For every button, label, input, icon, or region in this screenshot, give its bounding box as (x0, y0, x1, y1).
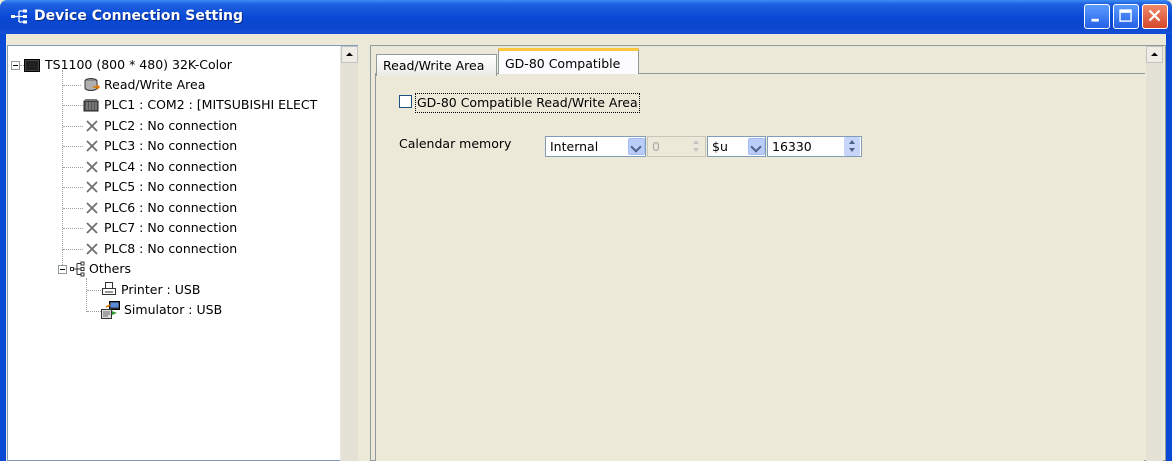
chevron-down-icon[interactable] (628, 138, 645, 155)
printer-icon (102, 282, 116, 295)
monitor-icon (24, 59, 40, 72)
chevron-up-icon (346, 52, 353, 56)
tree-connector (86, 278, 87, 312)
settings-scrollbar[interactable] (1146, 46, 1163, 461)
station-number-spinner: 0 (647, 136, 706, 157)
tree-connector (62, 250, 63, 265)
chevron-up-icon (1151, 52, 1158, 56)
x-icon (86, 222, 98, 234)
window-frame-left (0, 34, 6, 461)
x-icon (86, 202, 98, 214)
gd80-compatible-label[interactable]: GD-80 Compatible Read/Write Area (415, 93, 640, 113)
window-frame-right (1166, 34, 1172, 461)
collapse-toggle[interactable] (58, 265, 67, 274)
device-value: $u (712, 139, 728, 154)
memory-type-value: Internal (550, 139, 599, 154)
close-button[interactable] (1142, 4, 1168, 29)
memory-type-select[interactable]: Internal (545, 136, 646, 157)
tree-connector (87, 311, 101, 312)
tree-root-label: TS1100 (800 * 480) 32K-Color (45, 57, 232, 72)
scroll-up-button[interactable] (1146, 46, 1163, 63)
spinner-icon (688, 137, 704, 156)
tree-connector (62, 70, 63, 250)
tree-connector (63, 126, 83, 127)
window-title: Device Connection Setting (34, 8, 244, 24)
tab-read-write-area[interactable]: Read/Write Area (376, 54, 497, 76)
plc-icon (83, 99, 99, 112)
close-icon (1148, 9, 1161, 22)
tree-connector (63, 249, 83, 250)
x-icon (86, 161, 98, 173)
tree-connector (63, 228, 83, 229)
address-value: 16330 (772, 139, 812, 154)
database-icon (84, 78, 100, 91)
x-icon (86, 120, 98, 132)
tree-connector (63, 208, 83, 209)
tab-panel (375, 73, 1145, 461)
x-icon (86, 181, 98, 193)
scroll-track[interactable] (341, 63, 358, 461)
tree-connector (63, 167, 83, 168)
scroll-track[interactable] (1146, 63, 1163, 461)
spinner-icon[interactable] (844, 137, 860, 156)
scroll-up-button[interactable] (341, 46, 358, 63)
tree-connector (63, 187, 83, 188)
tree-connector (63, 85, 81, 86)
tree-connector (63, 105, 83, 106)
maximize-icon (1119, 9, 1132, 22)
device-select[interactable]: $u (707, 136, 766, 157)
tree-scrollbar[interactable] (340, 46, 358, 461)
tab-gd80-compatible[interactable]: GD-80 Compatible (498, 48, 639, 74)
network-icon (70, 261, 85, 277)
maximize-button[interactable] (1113, 4, 1139, 29)
minimize-button[interactable] (1084, 4, 1110, 29)
tree-connector (87, 290, 101, 291)
address-spinner[interactable]: 16330 (767, 136, 862, 157)
network-icon (11, 9, 27, 24)
simulator-icon (101, 301, 120, 319)
chevron-down-icon[interactable] (748, 138, 765, 155)
pane-splitter[interactable] (358, 45, 370, 461)
gd80-compatible-checkbox[interactable] (399, 95, 412, 108)
x-icon (86, 243, 98, 255)
minimize-icon (1091, 18, 1099, 22)
station-number-value: 0 (652, 139, 660, 154)
device-connection-window: Device Connection Setting TS1100 (800 * … (0, 0, 1172, 461)
title-bar[interactable]: Device Connection Setting (0, 0, 1172, 34)
x-icon (86, 140, 98, 152)
tree-connector (63, 146, 83, 147)
calendar-memory-label: Calendar memory (399, 136, 512, 151)
collapse-toggle[interactable] (11, 61, 20, 70)
